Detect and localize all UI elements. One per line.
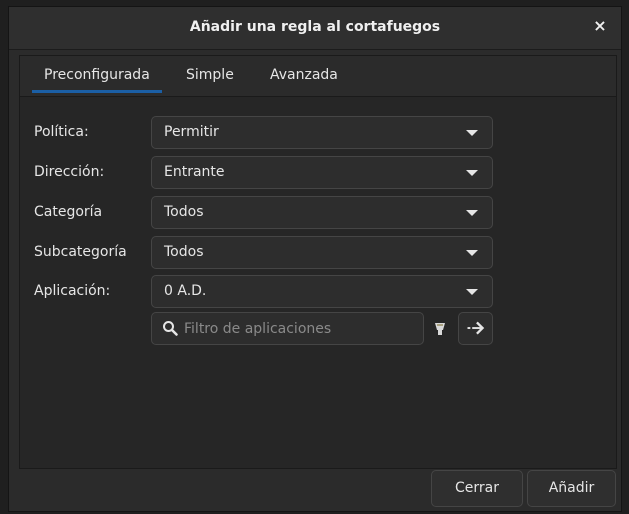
- subcategory-value: Todos: [164, 244, 204, 260]
- tab-bar: Preconfigurada Simple Avanzada: [20, 56, 616, 97]
- tab-advanced[interactable]: Avanzada: [270, 67, 338, 83]
- arrow-right-icon: [467, 321, 485, 335]
- clear-icon: [435, 323, 445, 335]
- chevron-down-icon: [466, 130, 478, 136]
- application-filter-input[interactable]: [182, 318, 386, 340]
- direction-select[interactable]: Entrante: [151, 156, 493, 189]
- category-select[interactable]: Todos: [151, 196, 493, 229]
- application-select[interactable]: 0 A.D.: [151, 275, 493, 308]
- policy-label: Política:: [34, 124, 89, 140]
- apply-filter-button[interactable]: [458, 312, 493, 345]
- direction-label: Dirección:: [34, 164, 105, 180]
- clear-filter-button[interactable]: [429, 318, 451, 340]
- category-label: Categoría: [34, 204, 103, 220]
- chevron-down-icon: [466, 210, 478, 216]
- direction-value: Entrante: [164, 164, 225, 180]
- chevron-down-icon: [466, 289, 478, 295]
- close-button[interactable]: Cerrar: [431, 470, 523, 507]
- policy-value: Permitir: [164, 124, 219, 140]
- category-value: Todos: [164, 204, 204, 220]
- search-icon: [163, 321, 178, 336]
- application-value: 0 A.D.: [164, 283, 207, 299]
- title-bar: Añadir una regla al cortafuegos ×: [9, 7, 621, 50]
- close-icon[interactable]: ×: [591, 17, 609, 35]
- tab-simple[interactable]: Simple: [186, 67, 234, 83]
- application-filter-field[interactable]: [151, 312, 424, 345]
- chevron-down-icon: [466, 250, 478, 256]
- chevron-down-icon: [466, 170, 478, 176]
- rule-notebook: Preconfigurada Simple Avanzada Política:…: [19, 55, 617, 469]
- application-label: Aplicación:: [34, 283, 111, 299]
- add-button[interactable]: Añadir: [527, 470, 616, 507]
- subcategory-select[interactable]: Todos: [151, 236, 493, 269]
- tab-preconfigured[interactable]: Preconfigurada: [32, 67, 162, 93]
- dialog-title: Añadir una regla al cortafuegos: [189, 19, 441, 35]
- add-firewall-rule-dialog: Añadir una regla al cortafuegos × Precon…: [8, 6, 622, 512]
- policy-select[interactable]: Permitir: [151, 116, 493, 149]
- subcategory-label: Subcategoría: [34, 244, 127, 260]
